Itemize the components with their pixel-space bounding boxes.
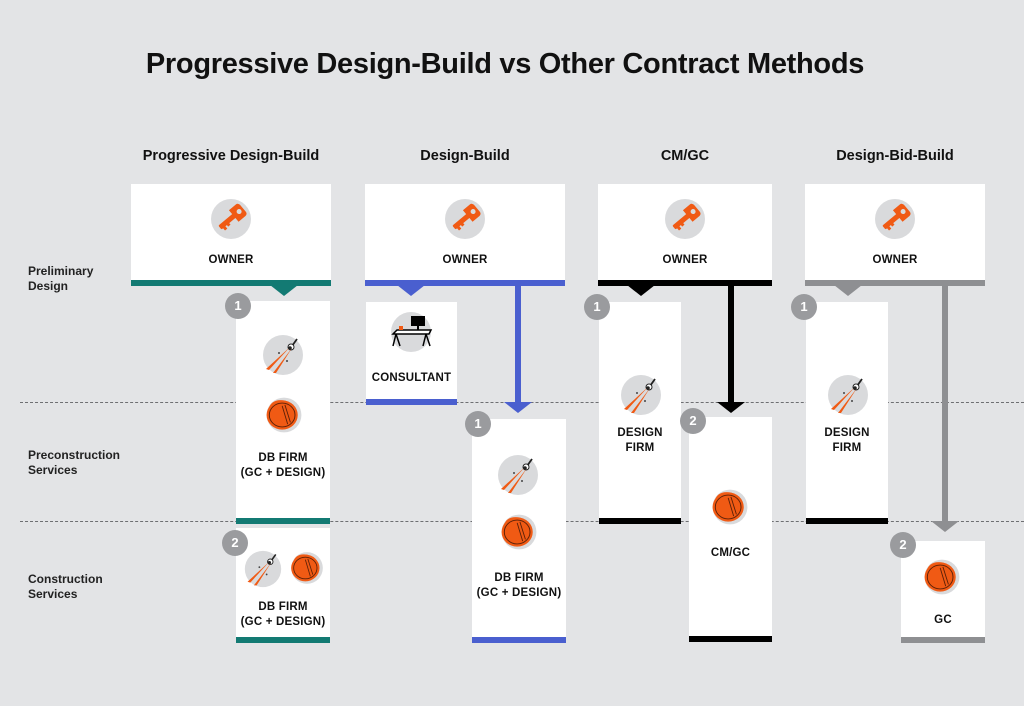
- hard-hat-icon: [501, 514, 537, 550]
- key-icon: [445, 199, 485, 239]
- compass-icon: [262, 334, 304, 376]
- entity-label-line: (GC + DESIGN): [240, 616, 326, 628]
- compass-icon: [243, 549, 283, 589]
- arrow-down-icon: [717, 402, 745, 413]
- hard-hat-icon: [712, 489, 748, 525]
- compass-icon: [827, 374, 869, 416]
- desk-icon: [390, 311, 432, 353]
- arrow-down-icon: [931, 521, 959, 532]
- owner-label: OWNER: [208, 254, 254, 266]
- key-icon: [665, 199, 705, 239]
- entity-bar: [689, 636, 772, 642]
- entity-label: DESIGN FIRM: [806, 426, 888, 456]
- entity-label-line: FIRM: [625, 442, 655, 454]
- column-header-design-bid-build: Design-Bid-Build: [836, 148, 954, 164]
- owner-label: OWNER: [442, 254, 488, 266]
- connector-line: [728, 285, 734, 403]
- entity-label-line: DB FIRM: [494, 572, 544, 584]
- step-badge: 1: [584, 294, 610, 320]
- entity-label-line: FIRM: [832, 442, 862, 454]
- entity-bar: [236, 637, 330, 643]
- hard-hat-icon: [924, 559, 960, 595]
- entity-label-line: DESIGN: [824, 427, 870, 439]
- entity-label: CONSULTANT: [371, 372, 452, 384]
- entity-bar: [599, 518, 681, 524]
- step-badge: 2: [890, 532, 916, 558]
- entity-bar: [236, 518, 330, 524]
- arrow-down-icon: [627, 285, 655, 296]
- entity-label: DB FIRM (GC + DESIGN): [236, 600, 330, 630]
- key-icon: [875, 199, 915, 239]
- entity-bar: [901, 637, 985, 643]
- owner-label: OWNER: [872, 254, 918, 266]
- entity-bar: [472, 637, 566, 643]
- phase-line: Preliminary: [28, 264, 94, 278]
- entity-label-line: (GC + DESIGN): [240, 467, 326, 479]
- key-icon: [211, 199, 251, 239]
- compass-icon: [620, 374, 662, 416]
- step-badge: 2: [680, 408, 706, 434]
- arrow-down-icon: [270, 285, 298, 296]
- phase-label-preliminary-design: Preliminary Design: [28, 264, 93, 294]
- entity-label-line: DB FIRM: [258, 601, 308, 613]
- step-badge: 1: [465, 411, 491, 437]
- compass-icon: [497, 454, 539, 496]
- entity-label: DESIGN FIRM: [599, 426, 681, 456]
- phase-line: Services: [28, 463, 78, 477]
- connector-line: [942, 285, 948, 522]
- entity-label-line: DESIGN: [617, 427, 663, 439]
- arrow-down-icon: [397, 285, 425, 296]
- owner-bar-cmgc: [598, 280, 772, 286]
- entity-bar: [806, 518, 888, 524]
- column-header-progressive-design-build: Progressive Design-Build: [142, 148, 320, 164]
- entity-label: GC: [934, 614, 952, 626]
- hard-hat-icon: [290, 551, 324, 585]
- step-badge: 1: [791, 294, 817, 320]
- entity-label: DB FIRM (GC + DESIGN): [236, 451, 330, 481]
- hard-hat-icon: [266, 397, 302, 433]
- phase-line: Construction: [28, 572, 103, 586]
- step-badge: 1: [225, 293, 251, 319]
- phase-line: Services: [28, 587, 78, 601]
- entity-label-line: (GC + DESIGN): [476, 587, 562, 599]
- entity-bar: [366, 399, 457, 405]
- entity-label-line: DB FIRM: [258, 452, 308, 464]
- arrow-down-icon: [504, 402, 532, 413]
- column-header-cm-gc: CM/GC: [660, 148, 710, 164]
- connector-line: [515, 285, 521, 403]
- phase-label-construction-services: Construction Services: [28, 572, 103, 602]
- phase-line: Design: [28, 279, 69, 293]
- phase-label-preconstruction-services: Preconstruction Services: [28, 448, 120, 478]
- column-header-design-build: Design-Build: [420, 148, 510, 164]
- arrow-down-icon: [834, 285, 862, 296]
- phase-line: Preconstruction: [28, 448, 121, 462]
- owner-label: OWNER: [662, 254, 708, 266]
- owner-bar-db: [365, 280, 565, 286]
- entity-label: CM/GC: [710, 547, 751, 559]
- owner-bar-dbb: [805, 280, 985, 286]
- entity-label: DB FIRM (GC + DESIGN): [472, 571, 566, 601]
- diagram-title: Progressive Design-Build vs Other Contra…: [145, 48, 865, 80]
- owner-bar-pdb: [131, 280, 331, 286]
